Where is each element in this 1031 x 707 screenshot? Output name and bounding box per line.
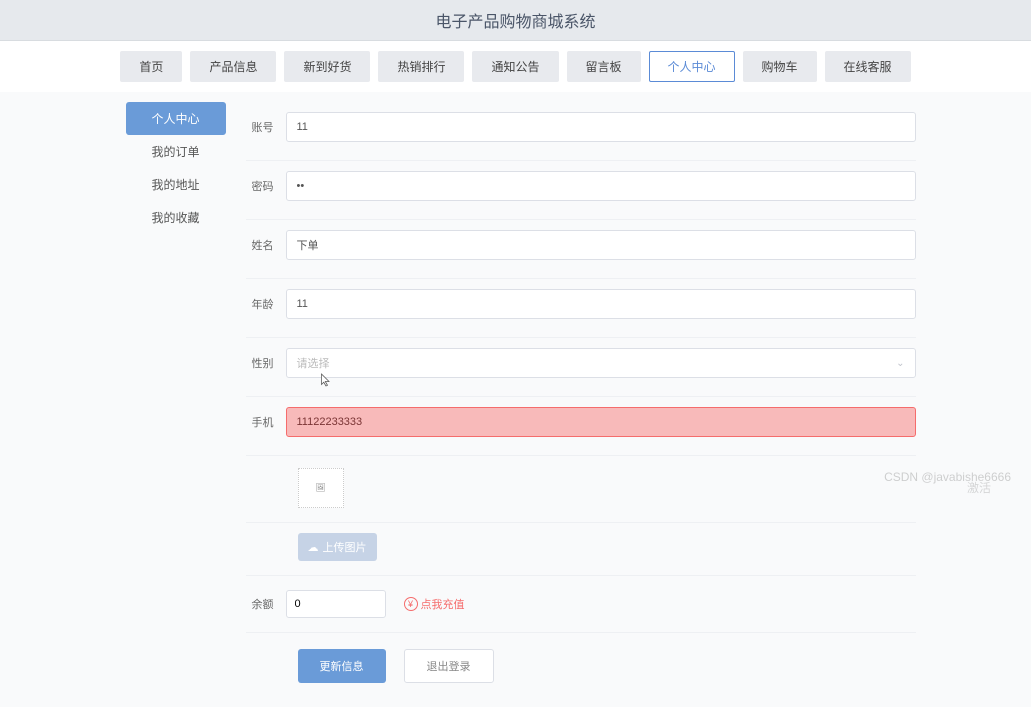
form-content: 账号 密码 姓名 年龄 性别 请选择 ⌄ 手机 — [236, 102, 916, 707]
nav-message[interactable]: 留言板 — [567, 51, 641, 82]
recharge-label: 点我充值 — [421, 596, 465, 612]
recharge-link[interactable]: ¥ 点我充值 — [404, 596, 465, 612]
upload-image-button[interactable]: ☁ 上传图片 — [298, 533, 377, 561]
row-upload-btn: ☁ 上传图片 — [246, 523, 916, 576]
nav-service[interactable]: 在线客服 — [825, 51, 911, 82]
nav-cart[interactable]: 购物车 — [743, 51, 817, 82]
phone-input[interactable] — [286, 407, 916, 437]
cursor-icon — [320, 372, 332, 388]
nav-products[interactable]: 产品信息 — [190, 51, 276, 82]
nav-notice[interactable]: 通知公告 — [472, 51, 558, 82]
nav-personal[interactable]: 个人中心 — [649, 51, 735, 82]
account-input[interactable] — [286, 112, 916, 142]
photo-upload-box[interactable]: 🖼 — [298, 468, 344, 508]
button-row: 更新信息 退出登录 — [246, 633, 916, 707]
password-input[interactable] — [286, 171, 916, 201]
row-photo: 🖼 — [246, 456, 916, 523]
update-button[interactable]: 更新信息 — [298, 649, 386, 683]
logout-button[interactable]: 退出登录 — [404, 649, 494, 683]
nav-home[interactable]: 首页 — [120, 51, 182, 82]
activate-watermark: 激活 — [967, 479, 991, 496]
page-title: 电子产品购物商城系统 — [0, 8, 1031, 32]
label-password: 密码 — [246, 178, 286, 194]
sidebar-item-address[interactable]: 我的地址 — [126, 168, 226, 201]
sidebar-item-personal[interactable]: 个人中心 — [126, 102, 226, 135]
label-balance: 余额 — [246, 596, 286, 612]
label-age: 年龄 — [246, 296, 286, 312]
balance-input[interactable] — [286, 590, 386, 618]
header: 电子产品购物商城系统 — [0, 0, 1031, 41]
broken-image-icon: 🖼 — [315, 484, 325, 492]
label-gender: 性别 — [246, 355, 286, 371]
yen-icon: ¥ — [404, 597, 418, 611]
row-password: 密码 — [246, 161, 916, 220]
nav-new[interactable]: 新到好货 — [284, 51, 370, 82]
name-input[interactable] — [286, 230, 916, 260]
upload-label: 上传图片 — [323, 539, 367, 555]
row-phone: 手机 — [246, 397, 916, 456]
label-phone: 手机 — [246, 414, 286, 430]
label-name: 姓名 — [246, 237, 286, 253]
nav-hot[interactable]: 热销排行 — [378, 51, 464, 82]
row-gender: 性别 请选择 ⌄ — [246, 338, 916, 397]
main-container: 个人中心 我的订单 我的地址 我的收藏 账号 密码 姓名 年龄 性别 请选择 ⌄ — [116, 102, 916, 707]
age-input[interactable] — [286, 289, 916, 319]
row-account: 账号 — [246, 102, 916, 161]
main-nav: 首页 产品信息 新到好货 热销排行 通知公告 留言板 个人中心 购物车 在线客服 — [0, 41, 1031, 92]
row-name: 姓名 — [246, 220, 916, 279]
chevron-down-icon: ⌄ — [896, 358, 904, 369]
sidebar-item-orders[interactable]: 我的订单 — [126, 135, 226, 168]
sidebar-item-favorites[interactable]: 我的收藏 — [126, 201, 226, 234]
cloud-upload-icon: ☁ — [308, 541, 319, 554]
gender-select[interactable]: 请选择 ⌄ — [286, 348, 916, 378]
sidebar: 个人中心 我的订单 我的地址 我的收藏 — [116, 102, 236, 707]
label-account: 账号 — [246, 119, 286, 135]
row-balance: 余额 ¥ 点我充值 — [246, 576, 916, 633]
gender-placeholder: 请选择 — [297, 355, 330, 371]
row-age: 年龄 — [246, 279, 916, 338]
